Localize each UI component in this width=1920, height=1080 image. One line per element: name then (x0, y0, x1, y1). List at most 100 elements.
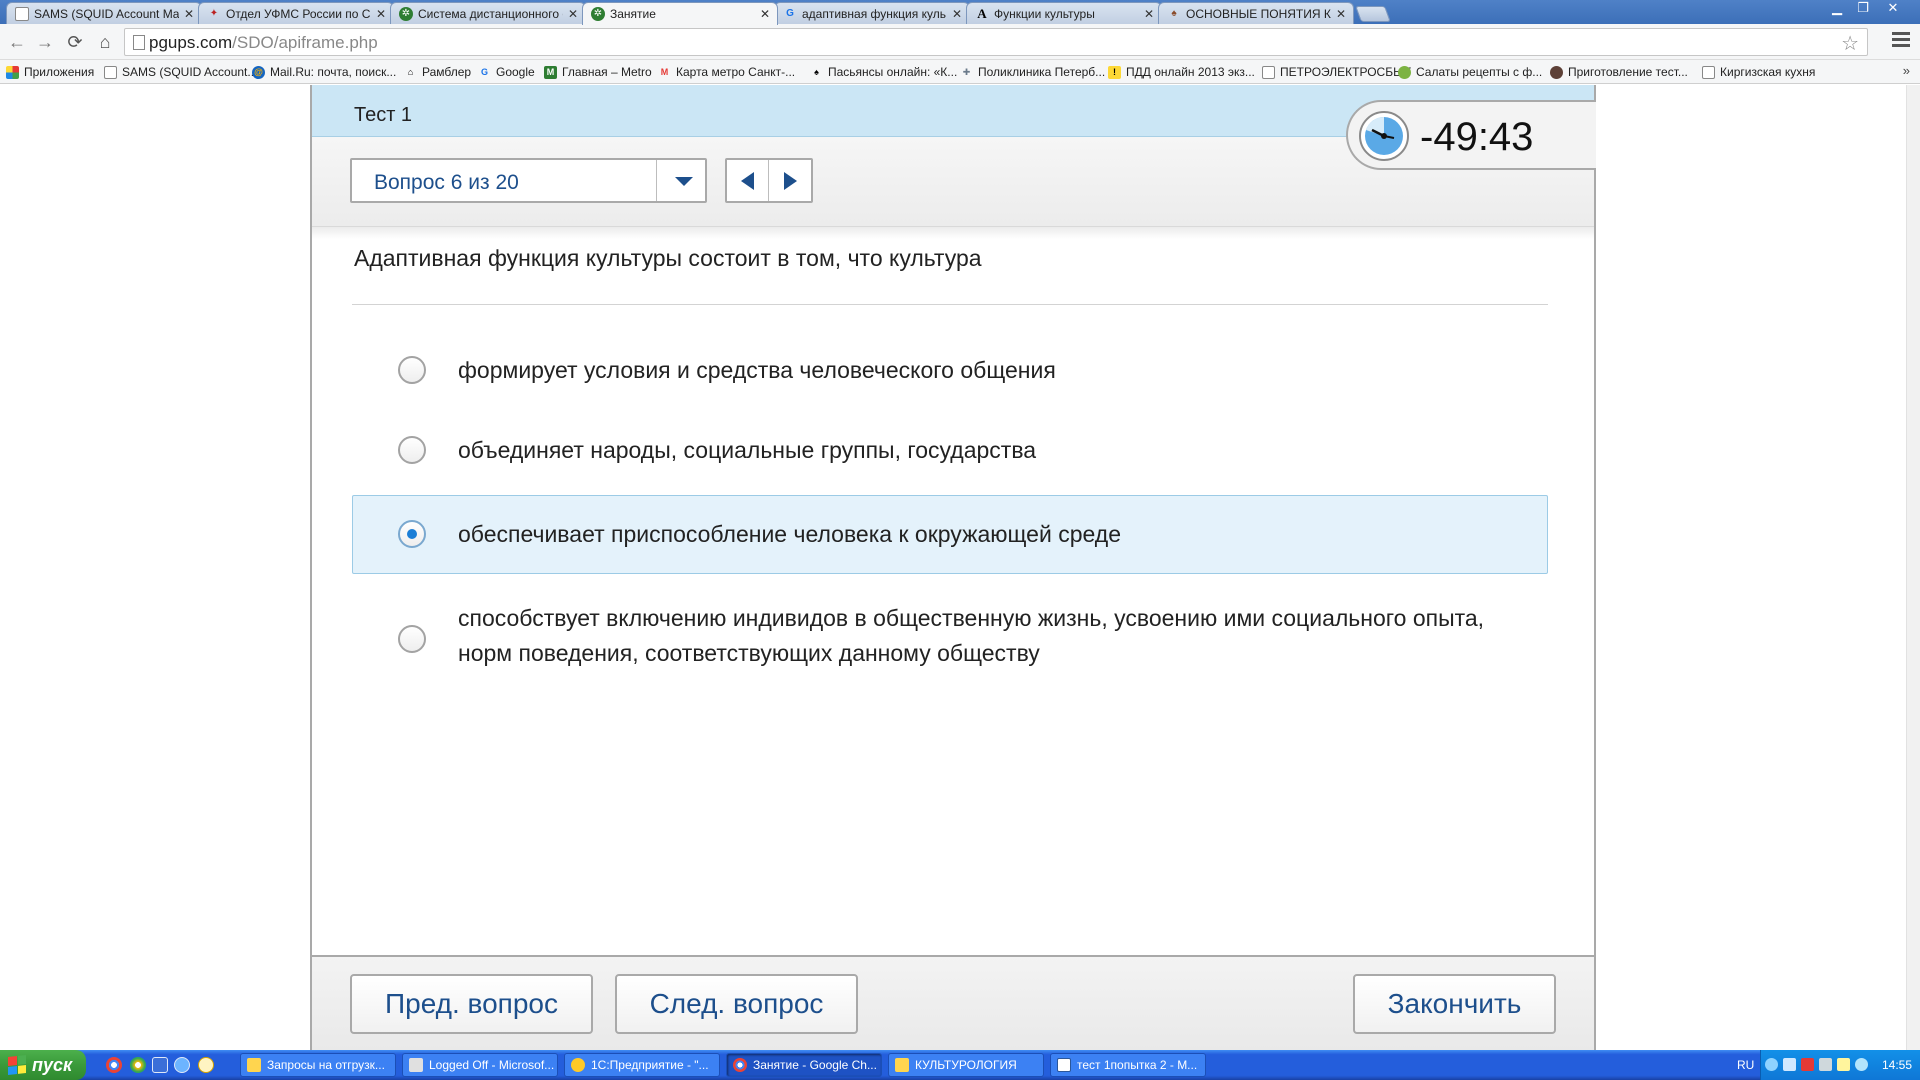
forward-arrow-icon[interactable]: → (32, 30, 58, 54)
close-icon[interactable]: ✕ (183, 7, 195, 21)
radio-button[interactable] (398, 436, 426, 464)
close-icon[interactable]: ✕ (759, 7, 771, 21)
windows-taskbar: пуск Запросы на отгрузк... Logged Off - … (0, 1050, 1920, 1080)
new-tab-button[interactable] (1355, 6, 1391, 22)
back-arrow-icon[interactable]: ← (4, 30, 30, 54)
answer-option-3[interactable]: обеспечивает приспособление человека к о… (352, 495, 1548, 574)
document-icon (1057, 1058, 1071, 1072)
restore-icon[interactable]: ❐ (1850, 0, 1876, 18)
ie-quicklaunch-icon[interactable] (174, 1057, 190, 1073)
answer-option-1[interactable]: формирует условия и средства человеческо… (352, 341, 1548, 401)
radio-button[interactable] (398, 356, 426, 384)
bookmark-salads[interactable]: Салаты рецепты с ф... (1398, 64, 1542, 80)
bookmark-label: Киргизская кухня (1720, 65, 1816, 79)
bookmark-dough[interactable]: Приготовление тест... (1550, 64, 1688, 80)
divider (352, 304, 1548, 305)
answer-option-text: объединяет народы, социальные группы, го… (458, 437, 1037, 463)
chrome-quicklaunch-icon[interactable] (106, 1057, 122, 1073)
browser-quicklaunch-icon[interactable] (130, 1057, 146, 1073)
next-question-arrow-button[interactable] (769, 160, 811, 201)
bookmark-kyrgyz-cuisine[interactable]: Киргизская кухня (1702, 64, 1815, 80)
answer-option-text: способствует включению индивидов в общес… (458, 605, 1485, 666)
bookmarks-overflow-icon[interactable]: » (1903, 63, 1910, 78)
browser-tab-google-search[interactable]: G адаптивная функция куль ✕ (774, 2, 970, 24)
bookmark-mailru[interactable]: @ Mail.Ru: почта, поиск... (252, 64, 396, 80)
browser-tab-funkcii[interactable]: A Функции культуры ✕ (966, 2, 1162, 24)
close-icon[interactable]: ✕ (951, 7, 963, 21)
browser-tab-sams[interactable]: SAMS (SQUID Account Mana ✕ (6, 2, 202, 24)
taskbar-item-folder[interactable]: КУЛЬТУРОЛОГИЯ (888, 1053, 1044, 1077)
taskbar-item-word[interactable]: тест 1попытка 2 - M... (1050, 1053, 1206, 1077)
tray-arrow-icon[interactable] (1765, 1058, 1778, 1071)
radio-button[interactable] (398, 625, 426, 653)
taskbar-item-1c[interactable]: 1С:Предприятие - "... (564, 1053, 720, 1077)
start-button[interactable]: пуск (0, 1050, 86, 1080)
test-title: Тест 1 (354, 104, 413, 126)
close-icon[interactable]: ✕ (375, 7, 387, 21)
bookmark-pdd[interactable]: ! ПДД онлайн 2013 экз... (1108, 64, 1255, 80)
question-arrow-nav (725, 158, 813, 203)
browser-tab-osnovnye[interactable]: ♠ ОСНОВНЫЕ ПОНЯТИЯ КУЛЬ ✕ (1158, 2, 1354, 24)
green-logo-icon: ✲ (591, 7, 605, 21)
taskbar-item-chrome[interactable]: Занятие - Google Ch... (726, 1053, 882, 1077)
menu-icon[interactable] (1892, 32, 1910, 50)
network-icon[interactable] (1783, 1058, 1796, 1071)
taskbar-item-logged-off[interactable]: Logged Off - Microsof... (402, 1053, 558, 1077)
bookmark-apps[interactable]: Приложения (6, 64, 94, 80)
timer-value: -49:43 (1420, 115, 1534, 159)
bookmark-metro-map[interactable]: M Карта метро Санкт-... (658, 64, 795, 80)
house-icon: ⌂ (407, 66, 414, 77)
arrow-left-icon (741, 172, 754, 190)
browser-tab-ufms[interactable]: ✦ Отдел УФМС России по Сан ✕ (198, 2, 394, 24)
chrome-icon (733, 1058, 747, 1072)
finish-button[interactable]: Закончить (1353, 974, 1556, 1034)
minimize-icon[interactable]: ▁ (1824, 0, 1850, 18)
bookmark-label: Поликлиника Петерб... (978, 65, 1106, 79)
page-content: Тест 1 Вопрос 6 из 20 -49:43 Адаптивная … (0, 85, 1920, 1050)
window-icon (409, 1058, 423, 1072)
start-label: пуск (32, 1054, 73, 1075)
antivirus-icon[interactable] (1801, 1058, 1814, 1071)
close-window-icon[interactable]: ✕ (1880, 0, 1906, 18)
bookmark-sams[interactable]: SAMS (SQUID Account... (104, 64, 257, 80)
browser-tab-sdo[interactable]: ✲ Система дистанционного о ✕ (390, 2, 586, 24)
bookmarks-bar: Приложения SAMS (SQUID Account... @ Mail… (0, 60, 1920, 84)
radio-button-selected[interactable] (398, 520, 426, 548)
star-icon[interactable]: ☆ (1841, 31, 1859, 56)
answer-option-2[interactable]: объединяет народы, социальные группы, го… (352, 421, 1548, 481)
printer-icon[interactable] (1819, 1058, 1832, 1071)
language-indicator[interactable]: RU (1737, 1058, 1754, 1072)
answer-option-4[interactable]: способствует включению индивидов в общес… (352, 593, 1548, 683)
chevron-down-icon[interactable] (675, 177, 693, 186)
browser-tab-zanyatie[interactable]: ✲ Занятие ✕ (582, 2, 778, 25)
close-icon[interactable]: ✕ (1143, 7, 1155, 21)
previous-question-button[interactable]: Пред. вопрос (350, 974, 593, 1034)
home-icon[interactable]: ⌂ (92, 30, 118, 54)
volume-icon[interactable] (1837, 1058, 1850, 1071)
previous-question-arrow-button[interactable] (727, 160, 768, 201)
address-bar[interactable]: pgups.com/SDO/apiframe.php ☆ (124, 28, 1868, 56)
close-icon[interactable]: ✕ (567, 7, 579, 21)
taskbar-item-zaprosy[interactable]: Запросы на отгрузк... (240, 1053, 396, 1077)
test-panel: Тест 1 Вопрос 6 из 20 -49:43 Адаптивная … (310, 85, 1596, 1050)
update-icon[interactable] (1855, 1058, 1868, 1071)
bookmark-metro[interactable]: M Главная – Metro (544, 64, 652, 80)
bookmark-google[interactable]: G Google (478, 64, 535, 80)
messenger-quicklaunch-icon[interactable] (198, 1057, 214, 1073)
url-host: pgups.com (149, 33, 233, 52)
question-selector-dropdown[interactable]: Вопрос 6 из 20 (350, 158, 707, 203)
reload-icon[interactable]: ⟳ (62, 30, 88, 54)
bookmark-clinic[interactable]: ✚ Поликлиника Петерб... (960, 64, 1105, 80)
arrow-right-icon (784, 172, 797, 190)
close-icon[interactable]: ✕ (1335, 7, 1347, 21)
bookmark-rambler[interactable]: ⌂ Рамблер (404, 64, 471, 80)
url-text[interactable]: pgups.com/SDO/apiframe.php (149, 33, 378, 53)
tab-title: ОСНОВНЫЕ ПОНЯТИЯ КУЛЬ (1186, 6, 1331, 21)
show-desktop-icon[interactable] (152, 1057, 168, 1073)
page-scrollbar[interactable] (1906, 85, 1920, 1050)
bookmark-label: Карта метро Санкт-... (676, 65, 796, 79)
bookmark-label: Главная – Metro (562, 65, 652, 79)
next-question-button[interactable]: След. вопрос (615, 974, 858, 1034)
bookmark-petroelektrosbyt[interactable]: ПЕТРОЭЛЕКТРОСБЫТ (1262, 64, 1411, 80)
bookmark-solitaire[interactable]: ♠ Пасьянсы онлайн: «К... (810, 64, 957, 80)
